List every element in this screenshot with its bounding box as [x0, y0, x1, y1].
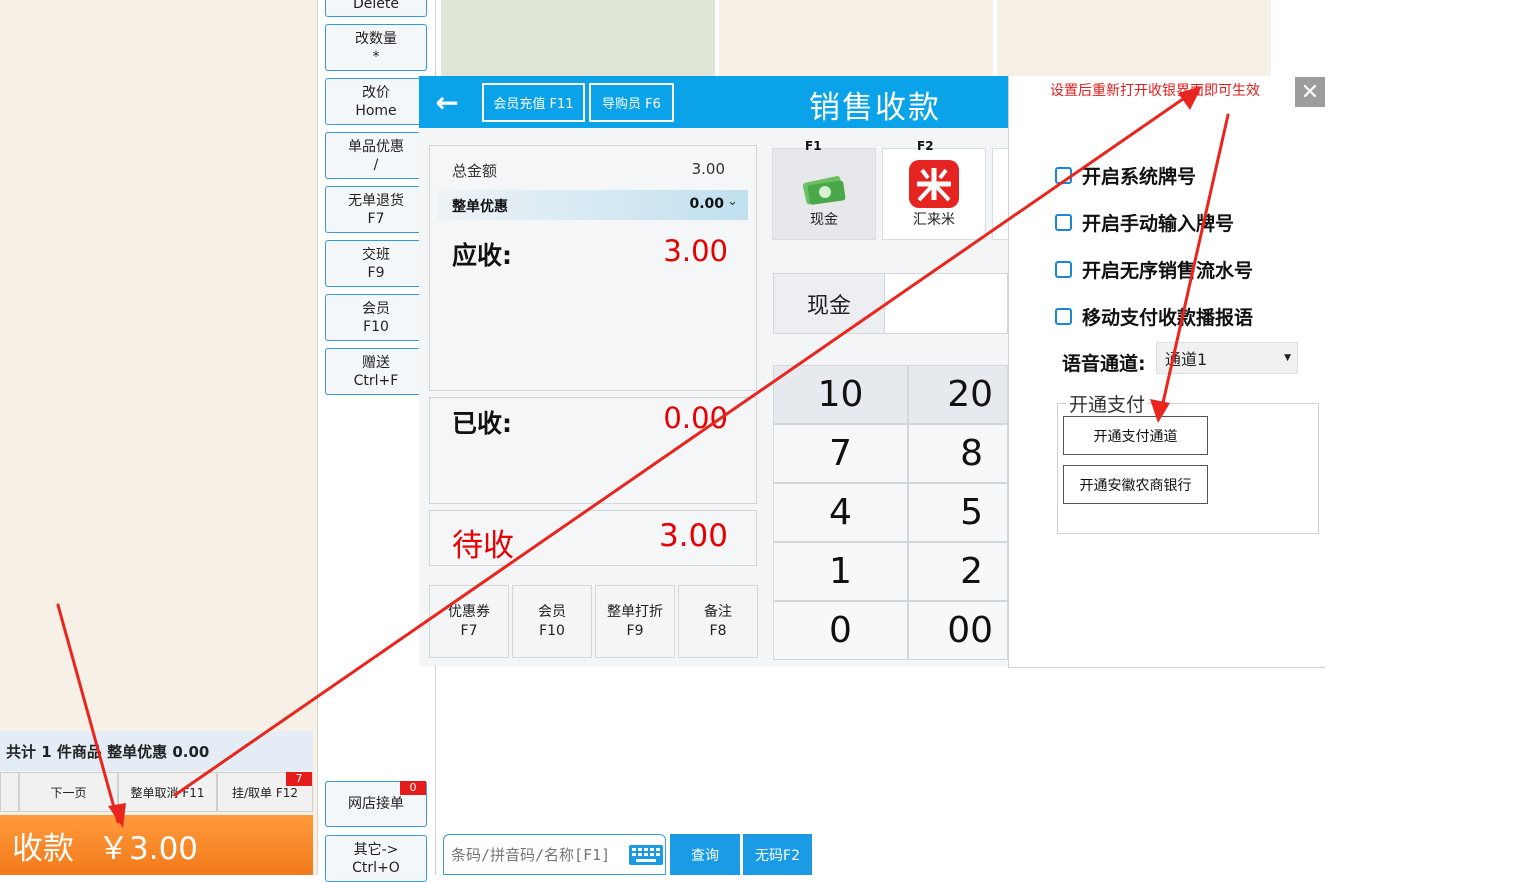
- numpad-key-00[interactable]: 00: [908, 601, 1008, 660]
- numpad-key-10[interactable]: 10: [773, 365, 908, 424]
- huilaimi-hotkey-label: F2: [917, 139, 934, 153]
- dialog-member-button[interactable]: 会员 F10: [512, 585, 592, 658]
- checkout-button[interactable]: 收款 ￥3.00: [0, 815, 313, 875]
- close-icon[interactable]: ✕: [1295, 77, 1325, 107]
- barcode-search-input[interactable]: [449, 844, 628, 865]
- receivable-value: 3.00: [663, 234, 728, 268]
- payment-method-label: 现金: [773, 273, 885, 334]
- delete-button[interactable]: Delete: [325, 0, 427, 17]
- option-mobile-pay-voice[interactable]: 移动支付收款播报语: [1055, 303, 1253, 329]
- settings-notice: 设置后重新打开收银界面即可生效: [1050, 83, 1260, 99]
- checkout-label: 收款: [12, 830, 74, 867]
- prev-page-button[interactable]: [0, 772, 19, 812]
- payment-group-label: 开通支付: [1066, 390, 1149, 417]
- order-discount-label: 整单优惠: [452, 199, 508, 215]
- gift-button[interactable]: 赠送 Ctrl+F: [325, 348, 427, 395]
- member-recharge-button[interactable]: 会员充值 F11: [482, 83, 585, 122]
- dropdown-arrow-icon: ▼: [1284, 353, 1291, 363]
- numpad-key-5[interactable]: 5: [908, 483, 1008, 542]
- product-tile[interactable]: [719, 0, 993, 76]
- numpad-key-1[interactable]: 1: [773, 542, 908, 601]
- total-amount-label: 总金额: [452, 162, 498, 180]
- shopping-guide-button[interactable]: 导购员 F6: [589, 83, 674, 122]
- order-discount-value: 0.00: [689, 196, 724, 212]
- product-tile[interactable]: [441, 0, 715, 76]
- open-anhui-bank-button[interactable]: 开通安徽农商银行: [1063, 465, 1208, 504]
- pending-value: 3.00: [658, 518, 728, 554]
- remark-button[interactable]: 备注 F8: [678, 585, 758, 658]
- checkbox[interactable]: [1055, 307, 1072, 325]
- option-manual-number[interactable]: 开启手动输入牌号: [1055, 209, 1234, 235]
- cart-summary: 共计 1 件商品 整单优惠 0.00: [0, 731, 313, 771]
- voice-channel-select[interactable]: 通道1 ▼: [1156, 342, 1298, 374]
- checkbox[interactable]: [1055, 166, 1072, 184]
- query-button[interactable]: 查询: [670, 834, 740, 875]
- checkbox[interactable]: [1055, 213, 1072, 231]
- numpad-key-7[interactable]: 7: [773, 424, 908, 483]
- checkbox[interactable]: [1055, 260, 1072, 278]
- received-value: 0.00: [663, 401, 728, 435]
- change-price-button[interactable]: 改价 Home: [325, 78, 427, 125]
- total-amount-value: 3.00: [691, 160, 725, 178]
- voice-channel-label: 语音通道:: [1062, 353, 1146, 375]
- member-button[interactable]: 会员 F10: [325, 294, 427, 341]
- option-unordered-serial[interactable]: 开启无序销售流水号: [1055, 256, 1253, 282]
- next-page-button[interactable]: 下一页: [19, 772, 118, 812]
- cash-payment-button[interactable]: 现金: [772, 148, 876, 240]
- return-without-receipt-button[interactable]: 无单退货 F7: [325, 186, 427, 233]
- option-system-number[interactable]: 开启系统牌号: [1055, 162, 1196, 188]
- chevron-down-icon[interactable]: ⌄: [727, 194, 738, 209]
- numpad-key-20[interactable]: 20: [908, 365, 1008, 424]
- pending-label: 待收: [452, 528, 514, 564]
- open-payment-channel-button[interactable]: 开通支付通道: [1063, 416, 1208, 455]
- coupon-button[interactable]: 优惠券 F7: [429, 585, 509, 658]
- cash-hotkey-label: F1: [805, 139, 822, 153]
- numpad-key-4[interactable]: 4: [773, 483, 908, 542]
- change-quantity-button[interactable]: 改数量 *: [325, 24, 427, 71]
- cancel-order-button[interactable]: 整单取消 F11: [118, 772, 217, 812]
- product-tile[interactable]: [997, 0, 1271, 76]
- dialog-title: 销售收款: [809, 90, 941, 126]
- payment-amount-input[interactable]: [885, 273, 1008, 334]
- back-arrow-icon[interactable]: ←: [427, 84, 467, 120]
- keyboard-icon[interactable]: [628, 844, 664, 866]
- payment-method-partial[interactable]: [992, 148, 1008, 240]
- checkout-amount: ￥3.00: [98, 830, 199, 867]
- order-discount-button[interactable]: 整单打折 F9: [595, 585, 675, 658]
- received-label: 已收:: [452, 409, 512, 438]
- numpad-key-2[interactable]: 2: [908, 542, 1008, 601]
- shift-handover-button[interactable]: 交班 F9: [325, 240, 427, 287]
- receivable-label: 应收:: [452, 241, 512, 270]
- item-discount-button[interactable]: 单品优惠 /: [325, 132, 427, 179]
- numpad-key-0[interactable]: 0: [773, 601, 908, 660]
- hold-order-badge: 7: [286, 772, 312, 786]
- numpad-key-8[interactable]: 8: [908, 424, 1008, 483]
- huilaimi-logo-icon: [909, 160, 959, 208]
- no-barcode-button[interactable]: 无码F2: [743, 834, 812, 875]
- cash-icon: [802, 176, 846, 205]
- search-box[interactable]: [443, 834, 666, 875]
- online-orders-badge: 0: [400, 781, 426, 795]
- huilaimi-payment-button[interactable]: 汇来米: [882, 148, 986, 240]
